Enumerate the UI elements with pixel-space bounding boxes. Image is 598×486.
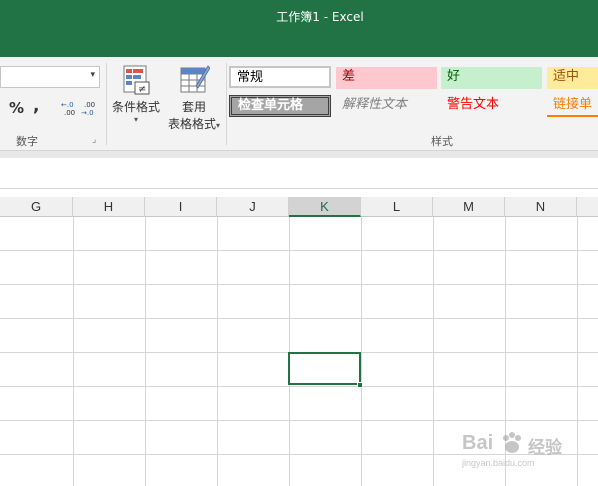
style-normal[interactable]: 常规 (229, 66, 331, 88)
column-header-n[interactable]: N (505, 197, 577, 217)
baidu-brand: Bai (462, 432, 494, 454)
column-header-o[interactable] (577, 197, 598, 217)
format-as-table-label-2: 表格格式▾ (167, 117, 221, 131)
chevron-down-icon: ▾ (133, 115, 138, 124)
percent-style-button[interactable]: % (9, 99, 24, 117)
fill-handle[interactable] (357, 382, 363, 388)
chevron-down-icon: ▾ (216, 121, 221, 130)
comma-style-button[interactable]: , (33, 96, 39, 116)
column-header-k[interactable]: K (289, 197, 361, 217)
decrease-decimal-button[interactable]: .00 →.0 (80, 99, 102, 117)
grid-line (0, 420, 598, 421)
styles-group-label: 样式 (431, 135, 453, 148)
column-header-i[interactable]: I (145, 197, 217, 217)
column-header-l[interactable]: L (361, 197, 433, 217)
increase-decimal-icon: ←.0 .00 (61, 101, 75, 117)
conditional-format-icon: ≠ (123, 65, 150, 95)
baidu-brand-2: 经验 (528, 438, 562, 458)
style-check-cell[interactable]: 检查单元格 (229, 95, 331, 117)
style-warning-text[interactable]: 警告文本 (441, 95, 542, 117)
conditional-format-button[interactable]: ≠ 条件格式 ▾ (110, 62, 162, 128)
ribbon-separator (106, 63, 107, 145)
title-bar: 工作簿1 - Excel (0, 0, 598, 57)
svg-text:.00: .00 (84, 101, 95, 109)
style-explanatory-text[interactable]: 解释性文本 (336, 95, 437, 117)
svg-text:→.0: →.0 (81, 109, 94, 117)
svg-text:.00: .00 (64, 109, 75, 117)
grid-line (0, 250, 598, 251)
formula-bar[interactable] (0, 158, 598, 189)
increase-decimal-button[interactable]: ←.0 .00 (58, 99, 80, 117)
active-cell[interactable] (288, 352, 361, 385)
decrease-decimal-icon: .00 →.0 (81, 101, 95, 117)
window-title: 工作簿1 - Excel (276, 10, 364, 24)
column-header-j[interactable]: J (217, 197, 289, 217)
conditional-format-label: 条件格式 (111, 100, 160, 114)
style-bad[interactable]: 差 (336, 67, 437, 89)
paw-icon (503, 432, 521, 453)
style-good[interactable]: 好 (441, 67, 542, 89)
svg-text:←.0: ←.0 (61, 101, 74, 109)
column-header-m[interactable]: M (433, 197, 505, 217)
chevron-down-icon: ▾ (90, 70, 95, 80)
format-as-table-button[interactable]: 套用 表格格式▾ (163, 62, 225, 131)
baidu-url: jingyan.baidu.com (462, 458, 535, 468)
format-as-table-label-1: 套用 (181, 100, 206, 114)
ribbon-separator (226, 63, 227, 145)
style-hyperlink[interactable]: 链接单 (547, 95, 598, 117)
number-format-dropdown[interactable]: ▾ (0, 66, 100, 88)
grid-line (0, 284, 598, 285)
baidu-watermark: Bai 经验 jingyan.baidu.com (462, 432, 596, 472)
column-header-h[interactable]: H (73, 197, 145, 217)
format-as-table-icon (180, 65, 211, 93)
grid-line (0, 318, 598, 319)
grid-line (0, 386, 598, 387)
number-dialog-launcher-icon[interactable]: ⌟ (92, 135, 96, 145)
style-neutral[interactable]: 适中 (547, 67, 598, 89)
column-header-g[interactable]: G (0, 197, 73, 217)
svg-text:≠: ≠ (138, 84, 146, 95)
number-group-label: 数字 (16, 135, 38, 148)
